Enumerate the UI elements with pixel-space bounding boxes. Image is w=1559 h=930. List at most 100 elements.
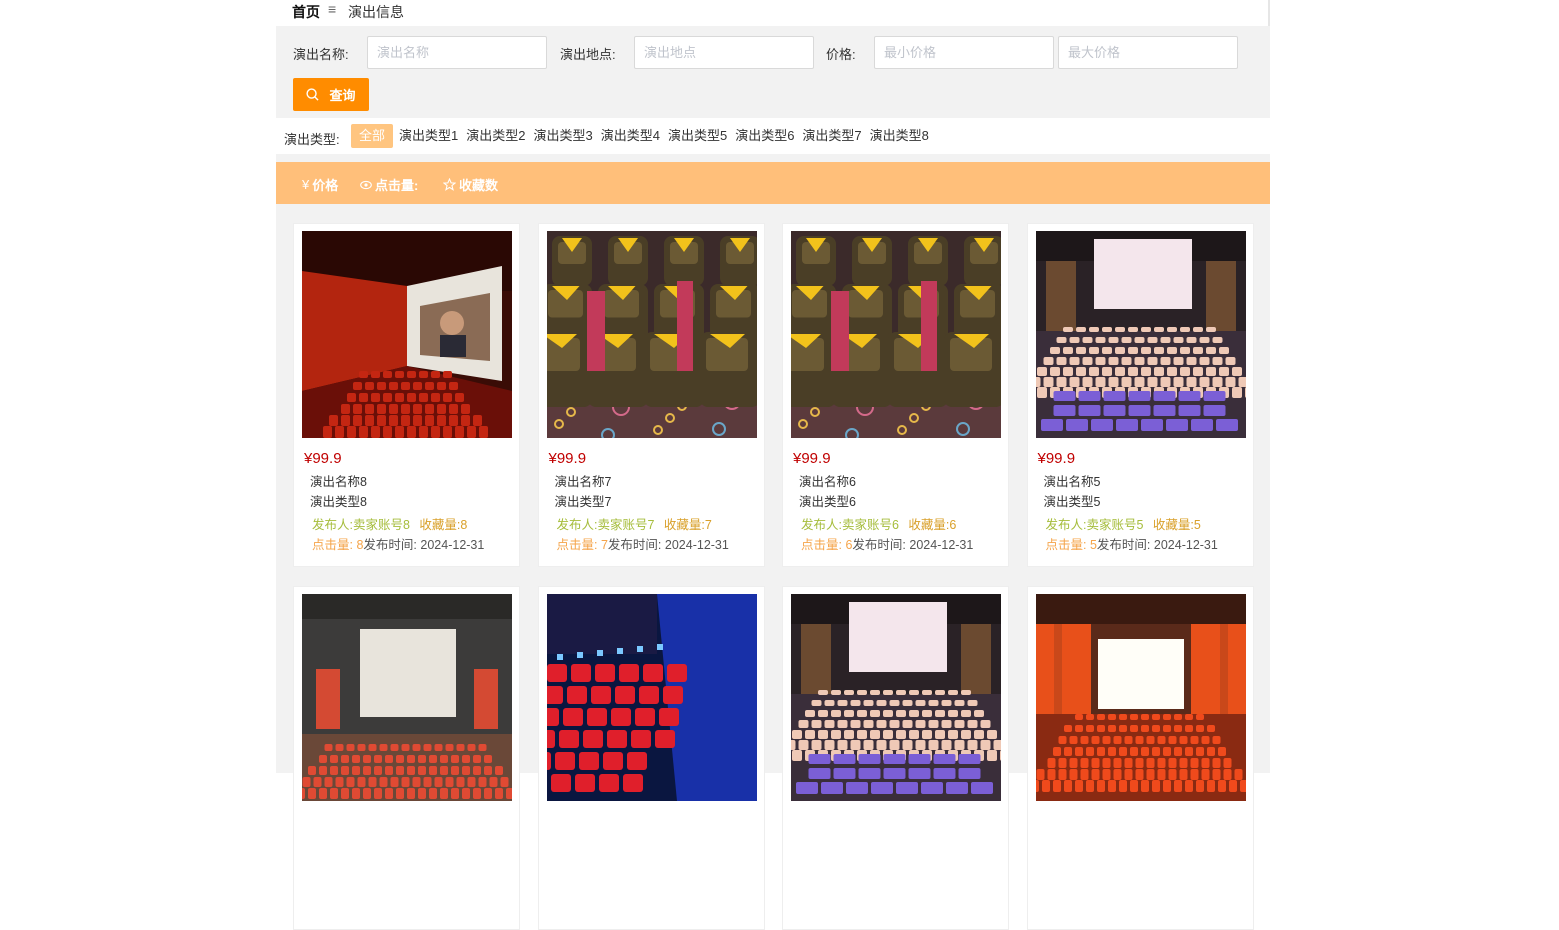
show-name: 演出名称5 — [1043, 475, 1101, 489]
show-type: 演出类型6 — [799, 495, 856, 509]
query-button-label: 查询 — [329, 88, 356, 103]
type-filter-bar: 演出类型: 全部 演出类型1 演出类型2 演出类型3 演出类型4 演出类型5 演出类型6 演出… — [276, 118, 1270, 154]
stats-line: 点击量: 5发布时间: 2024-12-31 — [1046, 534, 1218, 553]
publish-time-value: 2024-12-31 — [664, 538, 729, 552]
publish-time-label: 发布时间: — [363, 538, 417, 552]
show-type: 演出类型7 — [554, 495, 612, 509]
query-button[interactable]: 查询 — [293, 78, 369, 111]
type-tab-3[interactable]: 演出类型3 — [530, 124, 595, 148]
type-tabs: 全部 演出类型1 演出类型2 演出类型3 演出类型4 演出类型5 演出类型6 演出类型7 演出类… — [351, 124, 934, 148]
show-card[interactable] — [782, 586, 1009, 930]
show-card[interactable]: ¥99.9 演出名称8 演出类型8 发布人:卖家账号8 收藏量:8 点击量: 8… — [293, 223, 520, 567]
fav-count-label: 收藏量: — [419, 518, 461, 532]
publisher-line: 发布人:卖家账号5 收藏量:5 — [1046, 514, 1201, 533]
show-price: ¥99.9 — [304, 450, 342, 467]
sort-clicks-label: 点击量: — [375, 178, 419, 193]
type-tab-6[interactable]: 演出类型6 — [732, 124, 797, 148]
fav-count-value: 5 — [1193, 518, 1201, 532]
type-tab-1[interactable]: 演出类型1 — [396, 124, 461, 148]
publisher-line: 发布人:卖家账号6 收藏量:6 — [801, 514, 956, 533]
publisher-label: 发布人: — [1045, 518, 1087, 532]
show-name-label: 演出名称: — [293, 47, 349, 62]
click-count-value: 7 — [600, 538, 608, 552]
show-card[interactable] — [1026, 586, 1254, 930]
yen-icon: ¥ — [302, 177, 310, 192]
show-price: ¥99.9 — [548, 450, 587, 467]
stats-line: 点击量: 7发布时间: 2024-12-31 — [557, 534, 729, 553]
show-image[interactable] — [1035, 594, 1246, 801]
show-image[interactable] — [1035, 231, 1246, 438]
breadcrumb-home[interactable]: 首页 — [292, 2, 320, 22]
menu-separator-icon: ≡ — [328, 1, 337, 17]
sort-favorites-label: 收藏数 — [459, 178, 499, 193]
type-tab-8[interactable]: 演出类型8 — [867, 124, 932, 148]
stats-line: 点击量: 6发布时间: 2024-12-31 — [801, 534, 973, 553]
breadcrumb: 首页 ≡ 演出信息 — [276, 0, 1270, 26]
publisher-value: 卖家账号5 — [1086, 518, 1144, 532]
eye-icon — [360, 180, 372, 189]
publish-time-value: 2024-12-31 — [909, 538, 974, 552]
type-filter-label: 演出类型: — [284, 132, 340, 147]
publisher-label: 发布人: — [556, 518, 598, 532]
max-price-input[interactable] — [1058, 36, 1238, 69]
search-icon — [306, 88, 320, 101]
publisher-value: 卖家账号6 — [841, 518, 899, 532]
publish-time-label: 发布时间: — [852, 538, 906, 552]
stats-line: 点击量: 8发布时间: 2024-12-31 — [312, 534, 484, 553]
show-name: 演出名称8 — [310, 475, 367, 489]
type-tab-all[interactable]: 全部 — [351, 124, 394, 148]
click-count-label: 点击量: — [556, 538, 598, 552]
publisher-line: 发布人:卖家账号7 收藏量:7 — [557, 514, 712, 533]
show-place-input[interactable] — [634, 36, 814, 69]
type-tab-2[interactable]: 演出类型2 — [463, 124, 528, 148]
sort-by-price[interactable]: ¥ 价格 — [302, 175, 338, 194]
publish-time-label: 发布时间: — [607, 538, 662, 552]
show-card[interactable]: ¥99.9 演出名称6 演出类型6 发布人:卖家账号6 收藏量:6 点击量: 6… — [782, 223, 1009, 567]
click-count-label: 点击量: — [312, 538, 353, 552]
publisher-value: 卖家账号8 — [352, 518, 410, 532]
breadcrumb-current: 演出信息 — [348, 4, 404, 20]
show-image[interactable] — [302, 231, 512, 438]
fav-count-value: 8 — [460, 518, 468, 532]
sort-bar: ¥ 价格 点击量: 收藏数 — [276, 162, 1270, 204]
show-type: 演出类型5 — [1043, 495, 1101, 509]
fav-count-value: 7 — [704, 518, 712, 532]
show-name: 演出名称6 — [799, 475, 856, 489]
sort-by-clicks[interactable]: 点击量: — [360, 175, 418, 194]
show-image[interactable] — [302, 594, 512, 801]
show-image[interactable] — [791, 594, 1001, 801]
main-content: 首页 ≡ 演出信息 演出名称: 演出地点: 价格: 查询 演出类型: 全部演出类… — [276, 0, 1270, 930]
publisher-value: 卖家账号7 — [597, 518, 655, 532]
show-name: 演出名称7 — [554, 475, 612, 489]
show-image[interactable] — [546, 231, 757, 438]
show-card[interactable] — [537, 586, 765, 930]
type-tab-4[interactable]: 演出类型4 — [598, 124, 663, 148]
publish-time-value: 2024-12-31 — [1153, 538, 1218, 552]
show-place-label: 演出地点: — [560, 47, 616, 62]
fav-count-label: 收藏量: — [908, 518, 950, 532]
fav-count-label: 收藏量: — [663, 518, 705, 532]
show-image[interactable] — [546, 594, 757, 801]
show-card[interactable] — [293, 586, 520, 930]
publish-time-label: 发布时间: — [1096, 538, 1151, 552]
sort-by-favorites[interactable]: 收藏数 — [443, 175, 498, 194]
type-tab-7[interactable]: 演出类型7 — [799, 124, 864, 148]
show-card[interactable]: ¥99.9 演出名称7 演出类型7 发布人:卖家账号7 收藏量:7 点击量: 7… — [537, 223, 765, 567]
sort-price-label: 价格 — [312, 178, 339, 193]
show-name-input[interactable] — [367, 36, 547, 69]
publish-time-value: 2024-12-31 — [420, 538, 485, 552]
star-icon — [443, 178, 456, 191]
show-image[interactable] — [791, 231, 1001, 438]
price-label: 价格: — [826, 47, 856, 62]
fav-count-label: 收藏量: — [1152, 518, 1194, 532]
click-count-label: 点击量: — [1045, 538, 1087, 552]
min-price-input[interactable] — [874, 36, 1054, 69]
show-type: 演出类型8 — [310, 495, 367, 509]
type-tab-5[interactable]: 演出类型5 — [665, 124, 730, 148]
click-count-label: 点击量: — [801, 538, 842, 552]
publisher-line: 发布人:卖家账号8 收藏量:8 — [312, 514, 467, 533]
fav-count-value: 6 — [949, 518, 957, 532]
show-price: ¥99.9 — [793, 450, 831, 467]
click-count-value: 5 — [1089, 538, 1097, 552]
show-card[interactable]: ¥99.9 演出名称5 演出类型5 发布人:卖家账号5 收藏量:5 点击量: 5… — [1026, 223, 1254, 567]
